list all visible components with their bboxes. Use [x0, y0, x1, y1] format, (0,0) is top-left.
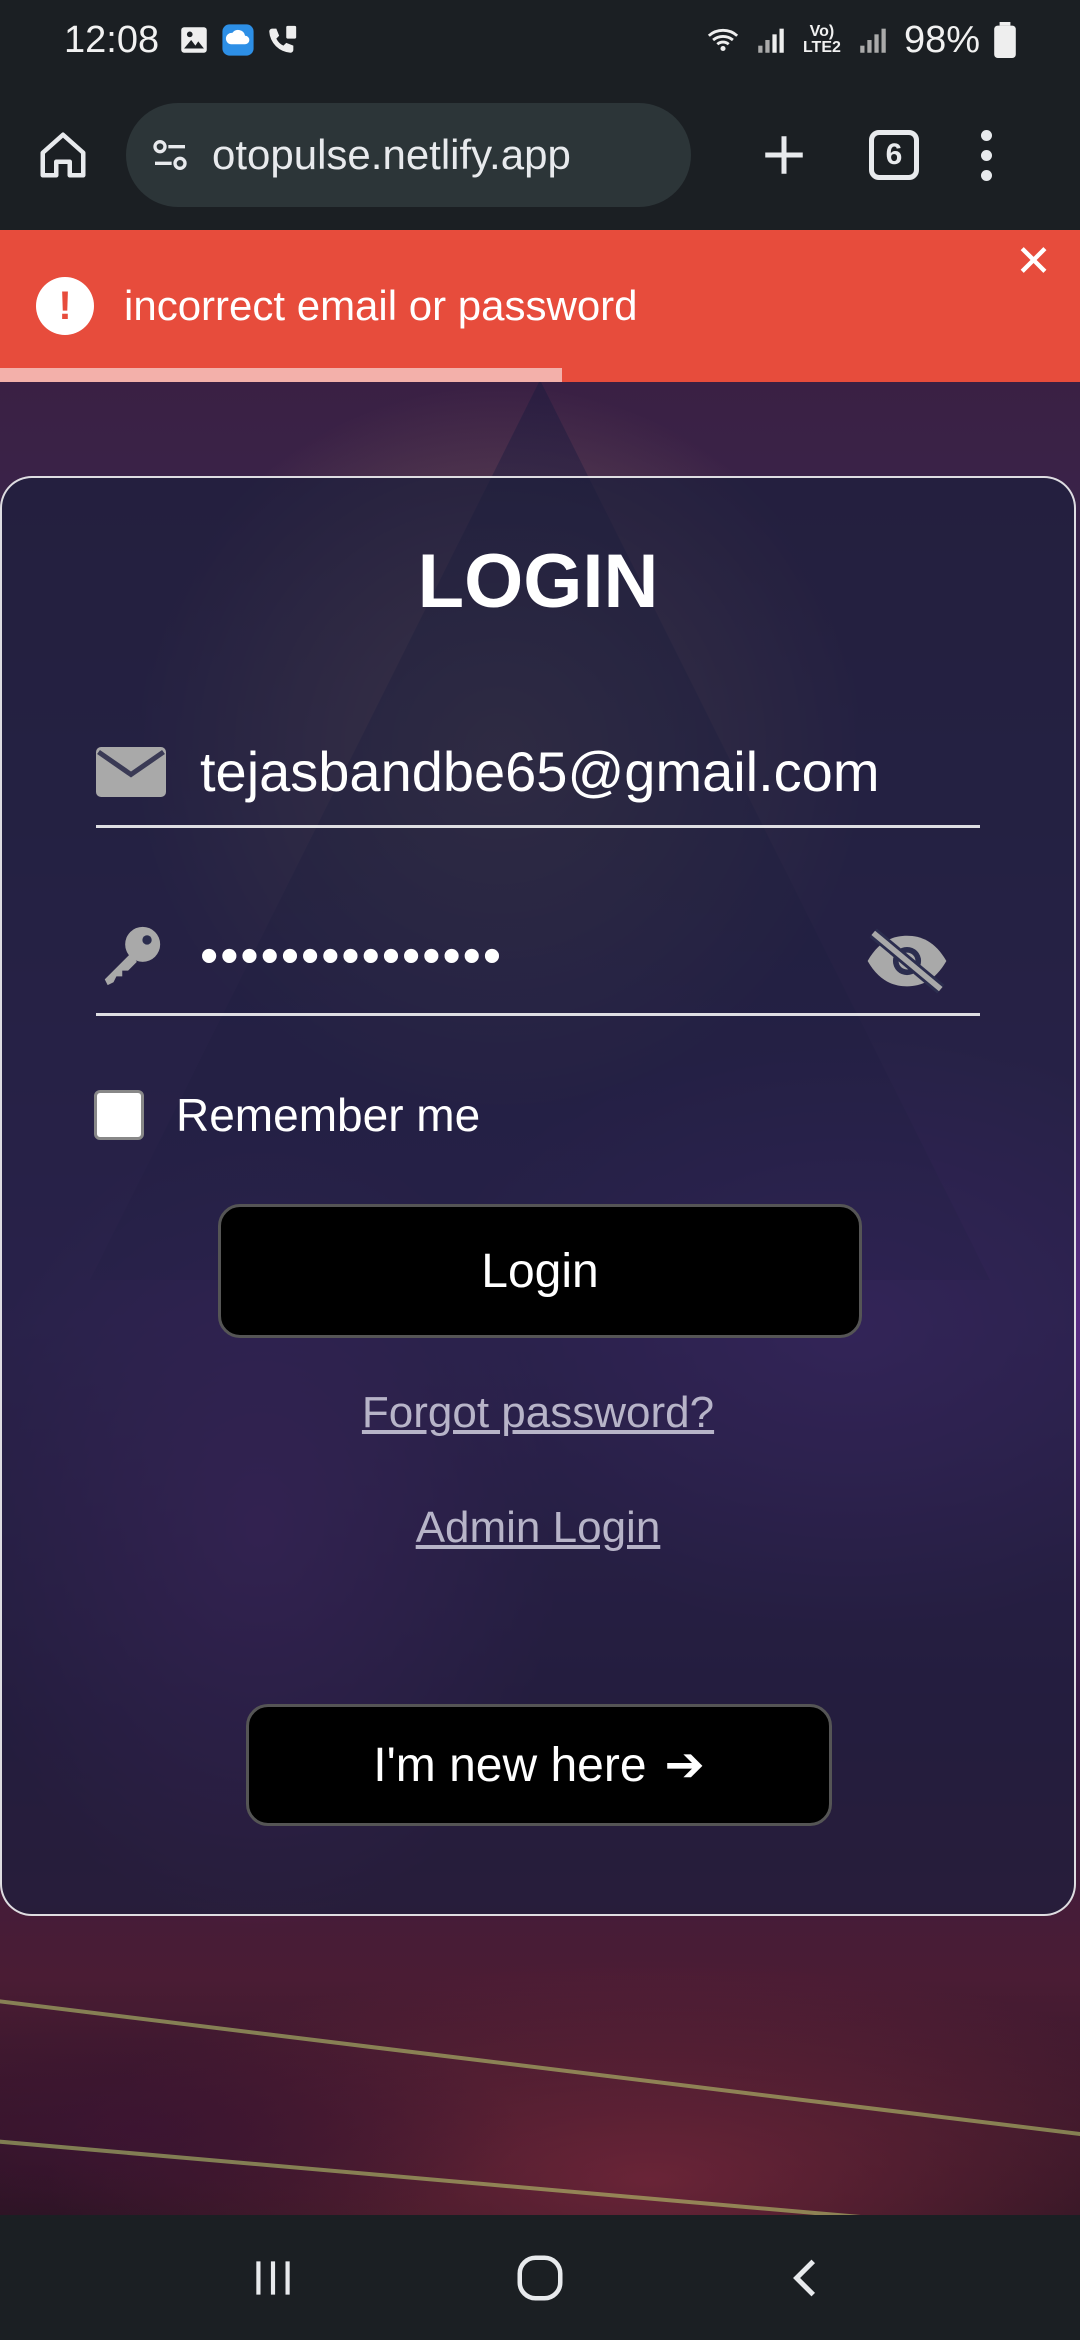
- eye-slash-icon[interactable]: [862, 926, 952, 996]
- arrow-right-icon: ➔: [664, 1739, 705, 1792]
- key-icon: [96, 926, 166, 986]
- recents-button[interactable]: [238, 2243, 308, 2313]
- navigation-bar: [0, 2215, 1080, 2340]
- tab-count: 6: [885, 138, 903, 171]
- wifi-icon: [707, 28, 739, 52]
- error-icon: !: [36, 277, 94, 335]
- email-field[interactable]: tejasbandbe65@gmail.com: [96, 718, 980, 828]
- status-bar: 12:08 Vo) LTE2 98%: [0, 0, 1080, 80]
- back-chevron-icon: [792, 2259, 815, 2296]
- background-ground-line: [0, 1993, 1080, 2151]
- login-title: LOGIN: [417, 539, 659, 624]
- plus-icon: [765, 136, 803, 174]
- email-input-value[interactable]: tejasbandbe65@gmail.com: [200, 739, 879, 804]
- menu-dot-icon: [980, 129, 992, 141]
- remember-me-label[interactable]: Remember me: [176, 1088, 480, 1142]
- remember-me-row[interactable]: Remember me: [94, 1088, 480, 1142]
- menu-dot-icon: [980, 149, 992, 161]
- back-button[interactable]: [772, 2243, 842, 2313]
- signal-icon: [758, 28, 784, 53]
- login-button[interactable]: Login: [218, 1204, 862, 1338]
- status-right: Vo) LTE2 98%: [706, 19, 1016, 62]
- home-button[interactable]: [30, 122, 96, 188]
- envelope-icon: [96, 742, 166, 802]
- toast-message: incorrect email or password: [124, 282, 638, 329]
- battery-icon: [994, 22, 1016, 58]
- forgot-password-link[interactable]: Forgot password?: [2, 1388, 1074, 1438]
- password-field[interactable]: •••••••••••••••: [96, 898, 980, 1016]
- url-text[interactable]: otopulse.netlify.app: [212, 131, 571, 179]
- menu-dot-icon: [980, 169, 992, 181]
- home-icon: [40, 132, 86, 178]
- address-bar[interactable]: otopulse.netlify.app: [126, 103, 691, 207]
- new-here-label: I'm new here: [373, 1738, 647, 1792]
- status-time: 12:08: [64, 18, 160, 61]
- network-label: Vo) LTE2: [802, 23, 841, 56]
- site-settings-icon[interactable]: [150, 135, 190, 175]
- background-ground-line: [0, 2135, 1080, 2215]
- signal-icon-2: [860, 28, 886, 53]
- admin-login-link[interactable]: Admin Login: [2, 1503, 1074, 1553]
- new-tab-button[interactable]: [751, 122, 817, 188]
- notification-icons: [177, 23, 299, 57]
- recents-icon: [256, 2260, 290, 2295]
- remember-me-checkbox[interactable]: [94, 1090, 144, 1140]
- toast-progress-bar: [0, 368, 562, 382]
- error-toast: ! incorrect email or password ✕: [0, 230, 1080, 382]
- password-input-value[interactable]: •••••••••••••••: [200, 926, 503, 986]
- login-card: LOGIN tejasbandbe65@gmail.com ••••••••••…: [0, 476, 1076, 1916]
- home-nav-button[interactable]: [505, 2243, 575, 2313]
- battery-percent: 98%: [903, 18, 980, 61]
- gallery-icon: [181, 27, 207, 53]
- new-here-button[interactable]: I'm new here ➔: [246, 1704, 832, 1826]
- home-circle-icon: [517, 2255, 563, 2300]
- browser-toolbar: otopulse.netlify.app 6: [0, 80, 1080, 230]
- more-options-button[interactable]: [971, 122, 1001, 188]
- close-icon[interactable]: ✕: [1015, 240, 1052, 284]
- call-alert-icon: [269, 25, 297, 53]
- tab-switcher-button[interactable]: 6: [869, 130, 919, 180]
- cloud-upload-icon: [222, 24, 254, 56]
